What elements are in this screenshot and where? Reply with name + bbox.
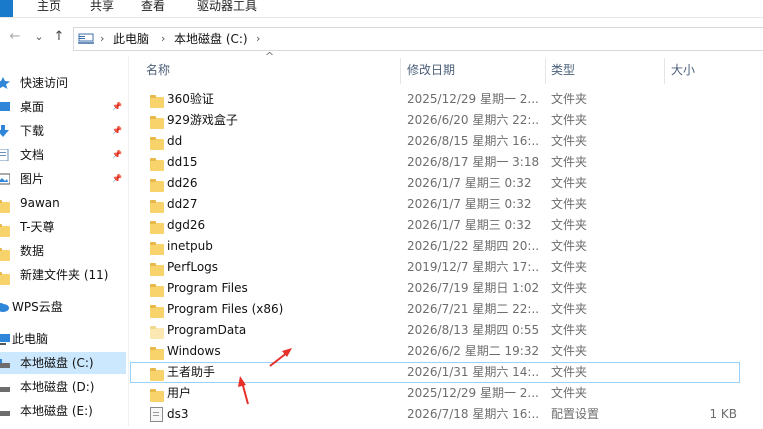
back-icon[interactable]: ← [6, 23, 24, 51]
list-item[interactable]: Program Files 2026/7/19 星期日 1:02 文件夹 [140, 278, 740, 299]
tab-share[interactable]: 共享 [90, 0, 114, 17]
pin-icon[interactable]: 📌 [112, 168, 122, 190]
list-item[interactable]: PerfLogs 2019/12/7 星期六 17:... 文件夹 [140, 257, 740, 278]
sidebar-item-local-disk-d[interactable]: 本地磁盘 (D:) [0, 376, 126, 398]
sidebar-item-local-disk-c[interactable]: 本地磁盘 (C:) [0, 352, 126, 374]
column-divider[interactable] [664, 58, 665, 84]
sidebar-item-t-tianzun[interactable]: T-天尊 [0, 216, 126, 238]
navigation-bar: ← ⌄ ↑ › 此电脑 › 本地磁盘 (C:) › [0, 23, 763, 51]
column-header-name[interactable]: 名称 [146, 58, 398, 82]
sidebar-item-data[interactable]: 数据 [0, 240, 126, 262]
address-bar[interactable]: › 此电脑 › 本地磁盘 (C:) › [73, 27, 763, 51]
breadcrumb-local-disk-c[interactable]: 本地磁盘 (C:) [174, 28, 248, 50]
list-item[interactable]: ProgramData 2026/8/13 星期四 0:55 文件夹 [140, 320, 740, 341]
file-tab[interactable] [0, 0, 13, 17]
sidebar-item-9awan[interactable]: 9awan [0, 192, 126, 214]
pane-divider[interactable] [128, 56, 129, 426]
list-item-focused[interactable]: 王者助手 2026/1/31 星期六 14:... 文件夹 [130, 362, 740, 383]
sidebar-item-new-folder-11[interactable]: 新建文件夹 (11) [0, 264, 126, 286]
breadcrumb-separator: › [161, 32, 166, 45]
sidebar-item-local-disk-e[interactable]: 本地磁盘 (E:) [0, 400, 126, 422]
pin-icon[interactable]: 📌 [112, 144, 122, 166]
sidebar-item-this-pc[interactable]: 此电脑 [0, 328, 126, 350]
computer-icon [78, 33, 94, 44]
list-item[interactable]: 360验证 2025/12/29 星期一 2... 文件夹 [140, 89, 740, 110]
column-header-date-modified[interactable]: 修改日期 [407, 58, 542, 82]
folder-icon [0, 270, 10, 285]
sidebar-item-desktop[interactable]: 桌面 📌 [0, 96, 126, 118]
tab-view[interactable]: 查看 [141, 0, 165, 17]
folder-icon [0, 198, 10, 213]
list-item[interactable]: dgd26 2026/1/7 星期三 0:32 文件夹 [140, 215, 740, 236]
list-item[interactable]: inetpub 2026/1/22 星期四 20:... 文件夹 [140, 236, 740, 257]
folder-icon [0, 246, 10, 261]
drive-icon [0, 411, 10, 416]
list-item[interactable]: dd15 2026/8/17 星期一 3:18 文件夹 [140, 152, 740, 173]
desktop-icon [0, 102, 10, 111]
folder-icon [0, 222, 10, 237]
navigation-pane: 快速访问 桌面 📌 下载 📌 文档 📌 图片 📌 9awan T-天尊 数据 新… [0, 56, 128, 426]
sidebar-item-documents[interactable]: 文档 📌 [0, 144, 126, 166]
list-item[interactable]: dd26 2026/1/7 星期三 0:32 文件夹 [140, 173, 740, 194]
column-divider[interactable] [545, 58, 546, 84]
document-icon [0, 149, 9, 161]
list-item[interactable]: 929游戏盒子 2026/6/20 星期六 22:... 文件夹 [140, 110, 740, 131]
tab-home[interactable]: 主页 [37, 0, 61, 17]
breadcrumb-separator: › [256, 32, 261, 45]
list-item[interactable]: dd27 2026/1/7 星期三 0:32 文件夹 [140, 194, 740, 215]
star-icon [0, 77, 10, 89]
recent-locations-icon[interactable]: ⌄ [30, 23, 48, 51]
column-header-size[interactable]: 大小 [671, 58, 741, 82]
download-icon [0, 125, 9, 137]
ribbon: 主页 共享 查看 驱动器工具 [0, 0, 763, 18]
breadcrumb-this-pc[interactable]: 此电脑 [110, 28, 152, 50]
pin-icon[interactable]: 📌 [112, 96, 122, 118]
pin-icon[interactable]: 📌 [112, 120, 122, 142]
tab-drive-tools[interactable]: 驱动器工具 [197, 0, 257, 17]
sidebar-item-downloads[interactable]: 下载 📌 [0, 120, 126, 142]
up-icon[interactable]: ↑ [50, 23, 68, 51]
column-header-type[interactable]: 类型 [551, 58, 661, 82]
cloud-icon [0, 303, 9, 312]
drive-icon [0, 359, 10, 368]
sidebar-item-quick-access[interactable]: 快速访问 [0, 72, 126, 94]
sidebar-item-pictures[interactable]: 图片 📌 [0, 168, 126, 190]
list-item[interactable]: Program Files (x86) 2026/7/21 星期二 22:...… [140, 299, 740, 320]
computer-icon [0, 334, 10, 345]
breadcrumb-separator: › [100, 32, 105, 45]
picture-icon [0, 173, 10, 185]
sidebar-item-wps-cloud[interactable]: WPS云盘 [0, 296, 126, 318]
column-divider[interactable] [400, 58, 401, 84]
red-arrow-annotation [238, 348, 292, 405]
list-item[interactable]: dd 2026/8/15 星期六 16:... 文件夹 [140, 131, 740, 152]
drive-icon [0, 387, 10, 392]
